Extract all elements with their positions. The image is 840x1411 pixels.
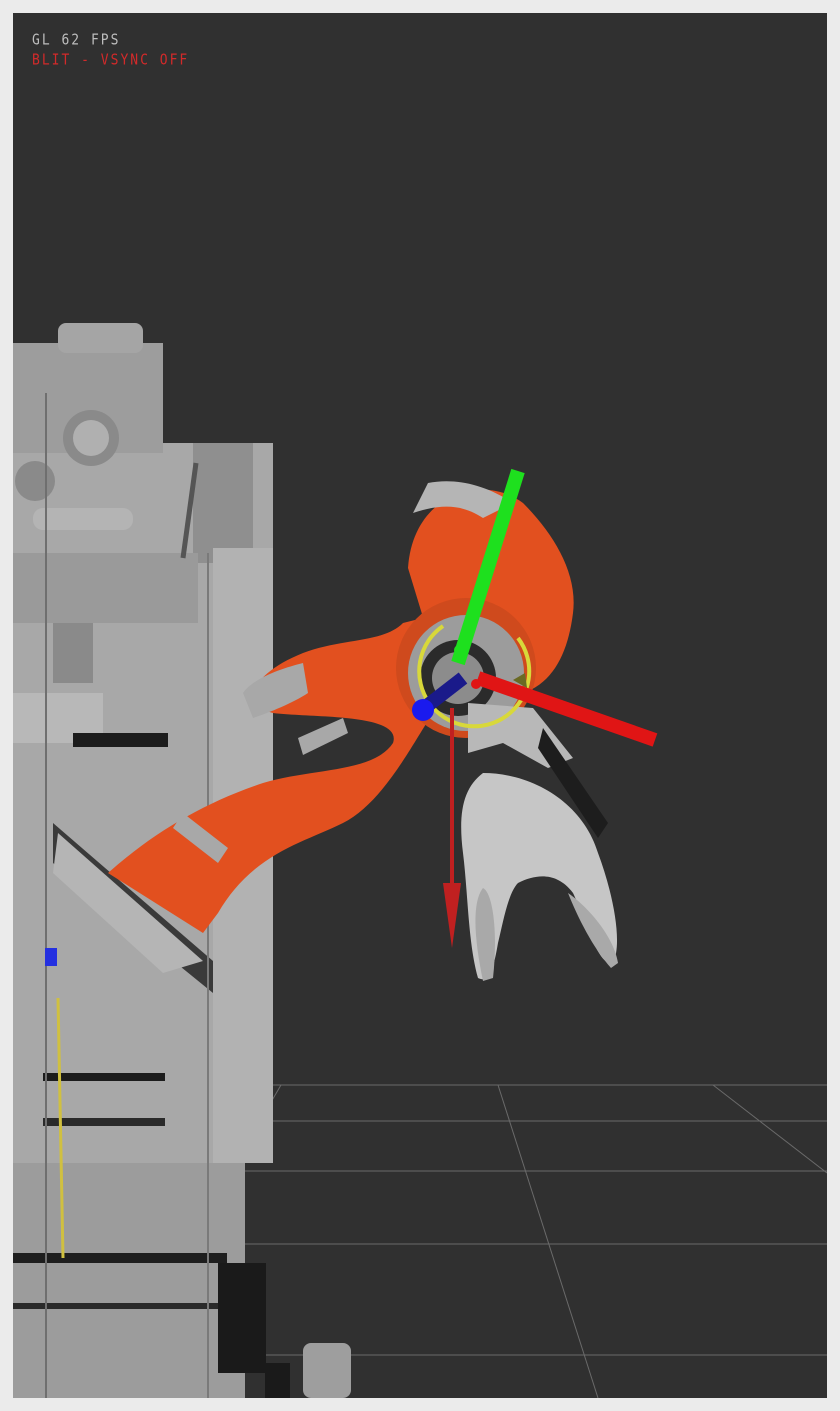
axis-y-origin <box>454 645 464 655</box>
robotic-hand <box>461 703 618 981</box>
grid-line <box>497 1084 599 1398</box>
axis-x-origin <box>471 679 481 689</box>
blit-status: BLIT - VSYNC OFF <box>32 52 190 70</box>
fps-counter: GL 62 FPS <box>32 32 121 50</box>
gravity-arrow <box>443 708 461 948</box>
3d-viewport[interactable]: GL 62 FPS BLIT - VSYNC OFF <box>13 13 827 1398</box>
axis-z-tip[interactable] <box>412 699 434 721</box>
scene-canvas[interactable] <box>13 13 827 1398</box>
grid-line <box>712 1084 827 1174</box>
